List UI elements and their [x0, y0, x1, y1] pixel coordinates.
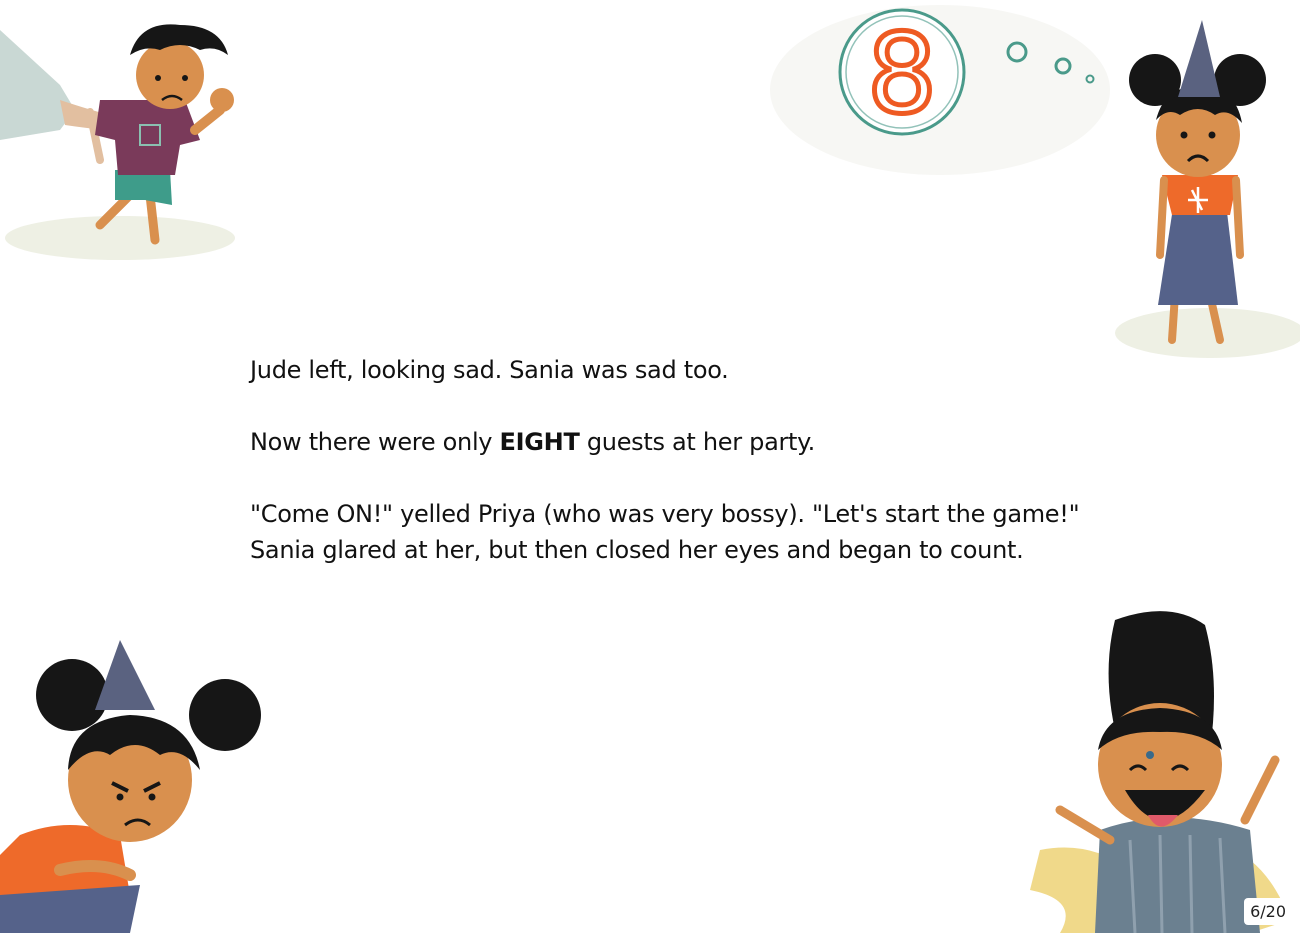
story-line-3: "Come ON!" yelled Priya (who was very bo… [250, 500, 1080, 528]
story-line-4: Sania glared at her, but then closed her… [250, 536, 1024, 564]
cheering-girl-illustration [1030, 611, 1290, 933]
thought-bubble-illustration: 8 [770, 5, 1110, 175]
story-line-2-pre: Now there were only [250, 428, 500, 456]
story-line-1: Jude left, looking sad. Sania was sad to… [250, 356, 729, 384]
page-indicator: 6/20 [1244, 898, 1292, 925]
sania-sad-illustration [1115, 20, 1300, 358]
story-line-2: Now there were only EIGHT guests at her … [250, 424, 1080, 460]
story-line-2-post: guests at her party. [579, 428, 815, 456]
bubble-number: 8 [867, 10, 937, 138]
jude-illustration [0, 24, 235, 260]
story-line-2-bold: EIGHT [499, 428, 580, 456]
story-text: Jude left, looking sad. Sania was sad to… [250, 352, 1080, 568]
priya-grumpy-illustration [0, 640, 261, 933]
